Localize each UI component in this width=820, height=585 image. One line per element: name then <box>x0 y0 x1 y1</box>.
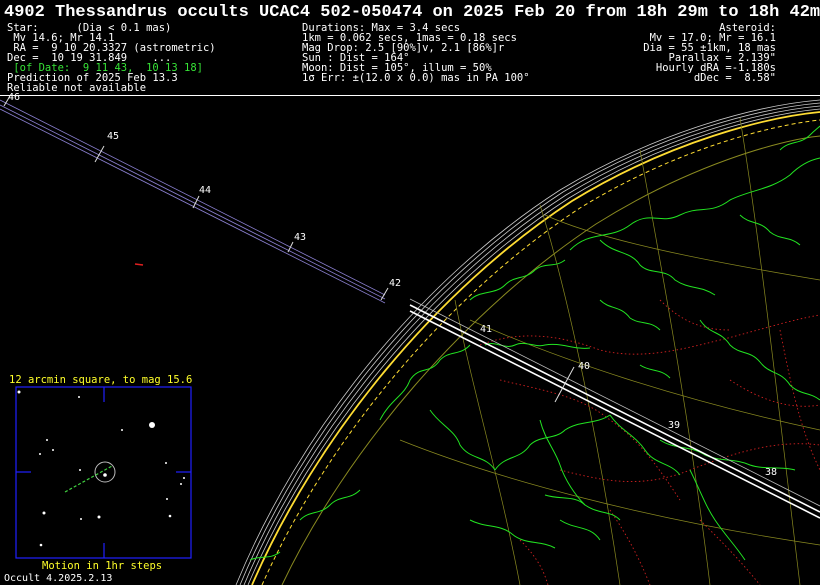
path-time-ticks <box>3 95 575 403</box>
path-time-label: 39 <box>668 420 680 431</box>
path-time-label: 38 <box>765 467 777 478</box>
path-time-label: 44 <box>199 185 211 196</box>
graticule <box>399 117 820 585</box>
path-time-label: 40 <box>578 361 590 372</box>
error-ellipse: 1σ Err: ±(12.0 x 0.0) mas in PA 100° <box>302 72 530 84</box>
ddec: dDec = 8.58" <box>693 72 776 84</box>
path-time-label: 41 <box>480 324 492 335</box>
path-time-label: 45 <box>107 131 119 142</box>
path-time-label: 42 <box>389 278 401 289</box>
reliability-note: Reliable not available <box>7 82 147 94</box>
star-field-inset <box>15 386 192 559</box>
inset-caption: Motion in 1hr steps <box>42 560 163 572</box>
occultation-map-window: 4902 Thessandrus occults UCAC4 502-05047… <box>0 0 820 585</box>
path-time-label: 43 <box>294 232 306 243</box>
coastlines <box>249 125 820 561</box>
earth-limb <box>235 99 820 585</box>
version-footer: Occult 4.2025.2.13 <box>4 573 113 584</box>
header-divider <box>0 95 820 96</box>
inset-title: 12 arcmin square, to mag 15.6 <box>9 374 193 386</box>
red-marker <box>134 263 144 266</box>
page-title: 4902 Thessandrus occults UCAC4 502-05047… <box>4 3 820 22</box>
prediction-header: 4902 Thessandrus occults UCAC4 502-05047… <box>0 0 820 96</box>
